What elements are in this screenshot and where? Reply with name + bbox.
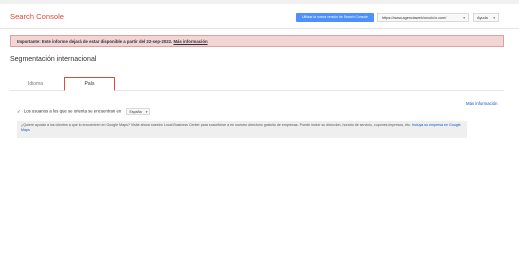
target-country-checkbox[interactable]: ✓ [17,109,21,114]
logo[interactable]: Search Console [10,12,64,21]
target-country-label: Los usuarios a los que se orienta se enc… [23,108,122,114]
target-country-row: ✓ Los usuarios a los que se orienta se e… [17,108,151,115]
alert-message: Este informe dejará de estar disponible … [41,39,173,44]
tab-pais[interactable]: País [64,77,115,91]
chevron-down-icon: ▾ [145,110,148,114]
tab-bar: Idioma País [10,77,504,91]
country-select[interactable]: España ▾ [126,108,151,115]
more-info-link[interactable]: Más información [466,101,498,106]
infobox-text: ¿Quiere ayudar a los clientes a que lo e… [21,123,411,127]
google-maps-infobox: ¿Quiere ayudar a los clientes a que lo e… [17,121,467,138]
country-select-value: España [129,110,142,114]
alert-banner: Importante: Este informe dejará de estar… [10,35,504,47]
help-button-label: Ayuda [477,16,488,20]
site-selector[interactable]: https://www.agenciaweb/orvolc/o.com/ ▾ [377,13,469,22]
tab-idioma[interactable]: Idioma [10,78,61,90]
alert-label: Importante: [17,39,41,44]
chevron-down-icon: ▾ [463,16,465,20]
chevron-down-icon: ▾ [493,16,495,20]
page-title: Segmentación internacional [10,56,97,63]
new-version-button[interactable]: Utilizar la nueva versión de Search Cons… [296,13,374,22]
header: Search Console Utilizar la nueva versión… [0,4,519,29]
help-button[interactable]: Ayuda ▾ [473,13,499,22]
alert-more-info-link[interactable]: Más información [173,39,207,44]
site-selector-label: https://www.agenciaweb/orvolc/o.com/ [382,16,447,20]
